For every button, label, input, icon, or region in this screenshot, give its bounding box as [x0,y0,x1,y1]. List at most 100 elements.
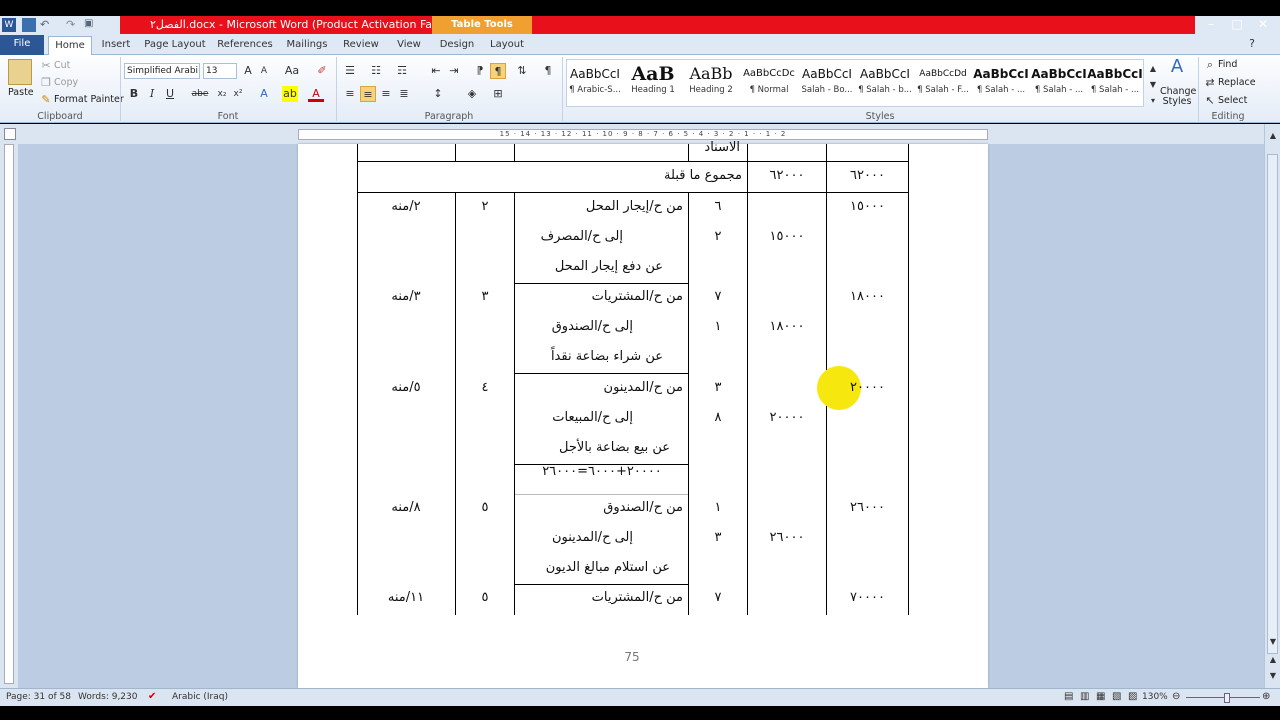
entry-date: ٣/منه [391,289,421,304]
tab-insert[interactable]: Insert [96,36,136,55]
justify-icon[interactable]: ≣ [396,86,412,102]
tab-design[interactable]: Design [436,36,478,55]
zoom-out-icon[interactable]: ⊖ [1172,691,1180,702]
document-page[interactable] [298,144,988,688]
bold-button[interactable]: B [126,86,142,102]
style-arabic-s[interactable]: AaBbCcI ¶ Arabic-S... [566,61,624,107]
style-salah-a[interactable]: AaBbCcI ¶ Salah - ... [972,61,1030,107]
sort-icon[interactable]: ⇅ [514,63,530,79]
highlight-color-icon[interactable]: ab [282,86,298,102]
superscript-icon[interactable]: x² [230,86,246,102]
view-outline-icon[interactable]: ▧ [1112,691,1121,702]
style-heading-2[interactable]: AaBb Heading 2 [682,61,740,107]
redo-icon[interactable]: ↷ [66,18,80,32]
close-button[interactable]: ✕ [1250,16,1276,34]
view-draft-icon[interactable]: ▨ [1128,691,1137,702]
minimize-button[interactable]: – [1198,16,1224,34]
align-center-icon[interactable]: ≡ [360,86,376,102]
font-color-icon[interactable]: A [308,86,324,102]
font-name-combo[interactable]: Simplified Arabi [124,63,200,79]
align-left-icon[interactable]: ≡ [342,86,358,102]
subscript-icon[interactable]: x₂ [214,86,230,102]
entry-line: إلى ح/الصندوق [551,319,633,334]
style-salah-c[interactable]: AaBbCcI ¶ Salah - ... [1030,61,1088,107]
tab-layout[interactable]: Layout [486,36,528,55]
grow-font-icon[interactable]: A [240,63,256,79]
clear-formatting-icon[interactable]: ✐ [314,63,330,79]
find-button[interactable]: Find [1218,59,1237,70]
print-icon[interactable]: ▣ [84,18,98,32]
style-normal[interactable]: AaBbCcDc ¶ Normal [740,61,798,107]
styles-scroll-up-icon[interactable]: ▲ [1145,61,1161,77]
bullets-icon[interactable]: ☰ [342,63,358,79]
style-salah-bo[interactable]: AaBbCcI Salah - Bo... [798,61,856,107]
font-size-combo[interactable]: 13 [203,63,237,79]
show-formatting-icon[interactable]: ¶ [540,63,556,79]
styles-scroll-down-icon[interactable]: ▼ [1145,77,1161,93]
style-salah-b[interactable]: AaBbCcI ¶ Salah - b... [856,61,914,107]
vertical-scrollbar[interactable]: ▲ ▼ ▲ ▼ [1264,124,1280,688]
maximize-button[interactable]: □ [1224,16,1250,34]
style-heading-1[interactable]: AaB Heading 1 [624,61,682,107]
tab-mailings[interactable]: Mailings [282,36,332,55]
change-styles-button[interactable]: Change Styles [1160,87,1196,107]
scroll-up-icon[interactable]: ▲ [1265,128,1280,144]
select-button[interactable]: Select [1218,95,1247,106]
styles-more-icon[interactable]: ▾ [1145,93,1161,109]
paste-button[interactable]: Paste [8,87,34,98]
line-spacing-icon[interactable]: ↕ [430,86,446,102]
proofing-icon[interactable]: ✔ [148,691,156,702]
page-count[interactable]: Page: 31 of 58 [6,692,71,702]
entry-number: ٥ [481,500,489,515]
clipboard-group-label: Clipboard [37,111,83,122]
cut-button[interactable]: Cut [54,60,70,71]
increase-indent-icon[interactable]: ⇥ [446,63,462,79]
view-full-screen-icon[interactable]: ▥ [1080,691,1089,702]
text-effects-icon[interactable]: A [256,86,272,102]
view-print-layout-icon[interactable]: ▤ [1064,691,1073,702]
horizontal-ruler[interactable]: 15 · 14 · 13 · 12 · 11 · 10 · 9 · 8 · 7 … [0,124,1280,144]
scroll-down-icon[interactable]: ▼ [1265,634,1280,650]
undo-icon[interactable]: ↶ [40,18,54,32]
word-logo-icon[interactable]: W [2,18,16,32]
tab-review[interactable]: Review [338,36,384,55]
tab-selector-icon[interactable] [4,128,16,140]
zoom-slider-thumb[interactable] [1224,693,1230,703]
language-indicator[interactable]: Arabic (Iraq) [172,692,228,702]
format-painter-button[interactable]: Format Painter [54,94,124,105]
tab-home[interactable]: Home [48,36,92,55]
borders-icon[interactable]: ⊞ [490,86,506,102]
copy-button[interactable]: Copy [54,77,78,88]
rtl-direction-icon[interactable]: ¶ [490,63,506,79]
italic-button[interactable]: I [144,86,160,102]
word-count[interactable]: Words: 9,230 [78,692,137,702]
tab-references[interactable]: References [214,36,276,55]
style-salah-f[interactable]: AaBbCcDd ¶ Salah - F... [914,61,972,107]
numbering-icon[interactable]: ☷ [368,63,384,79]
shading-icon[interactable]: ◈ [464,86,480,102]
replace-button[interactable]: Replace [1218,77,1256,88]
view-web-layout-icon[interactable]: ▦ [1096,691,1105,702]
ltr-direction-icon[interactable]: ⁋ [472,63,488,79]
change-styles-icon: A [1170,56,1184,77]
decrease-indent-icon[interactable]: ⇤ [428,63,444,79]
save-icon[interactable] [22,18,36,32]
change-case-icon[interactable]: Aa [284,63,300,79]
align-right-icon[interactable]: ≡ [378,86,394,102]
tab-page-layout[interactable]: Page Layout [142,36,208,55]
strikethrough-button[interactable]: abe [190,86,210,102]
multilevel-list-icon[interactable]: ☶ [394,63,410,79]
shrink-font-icon[interactable]: A [256,63,272,79]
scrollbar-thumb[interactable] [1267,154,1278,654]
help-icon[interactable]: ? [1244,36,1260,52]
next-page-icon[interactable]: ▼ [1265,668,1280,684]
zoom-slider[interactable] [1186,697,1260,698]
tab-view[interactable]: View [390,36,428,55]
tab-file[interactable]: File [0,35,44,55]
previous-page-icon[interactable]: ▲ [1265,652,1280,668]
zoom-level[interactable]: 130% [1142,692,1168,702]
zoom-in-icon[interactable]: ⊕ [1262,691,1270,702]
style-salah-d[interactable]: AaBbCcI ¶ Salah - ... [1086,61,1144,107]
underline-button[interactable]: U [162,86,178,102]
paste-icon[interactable] [8,59,32,85]
